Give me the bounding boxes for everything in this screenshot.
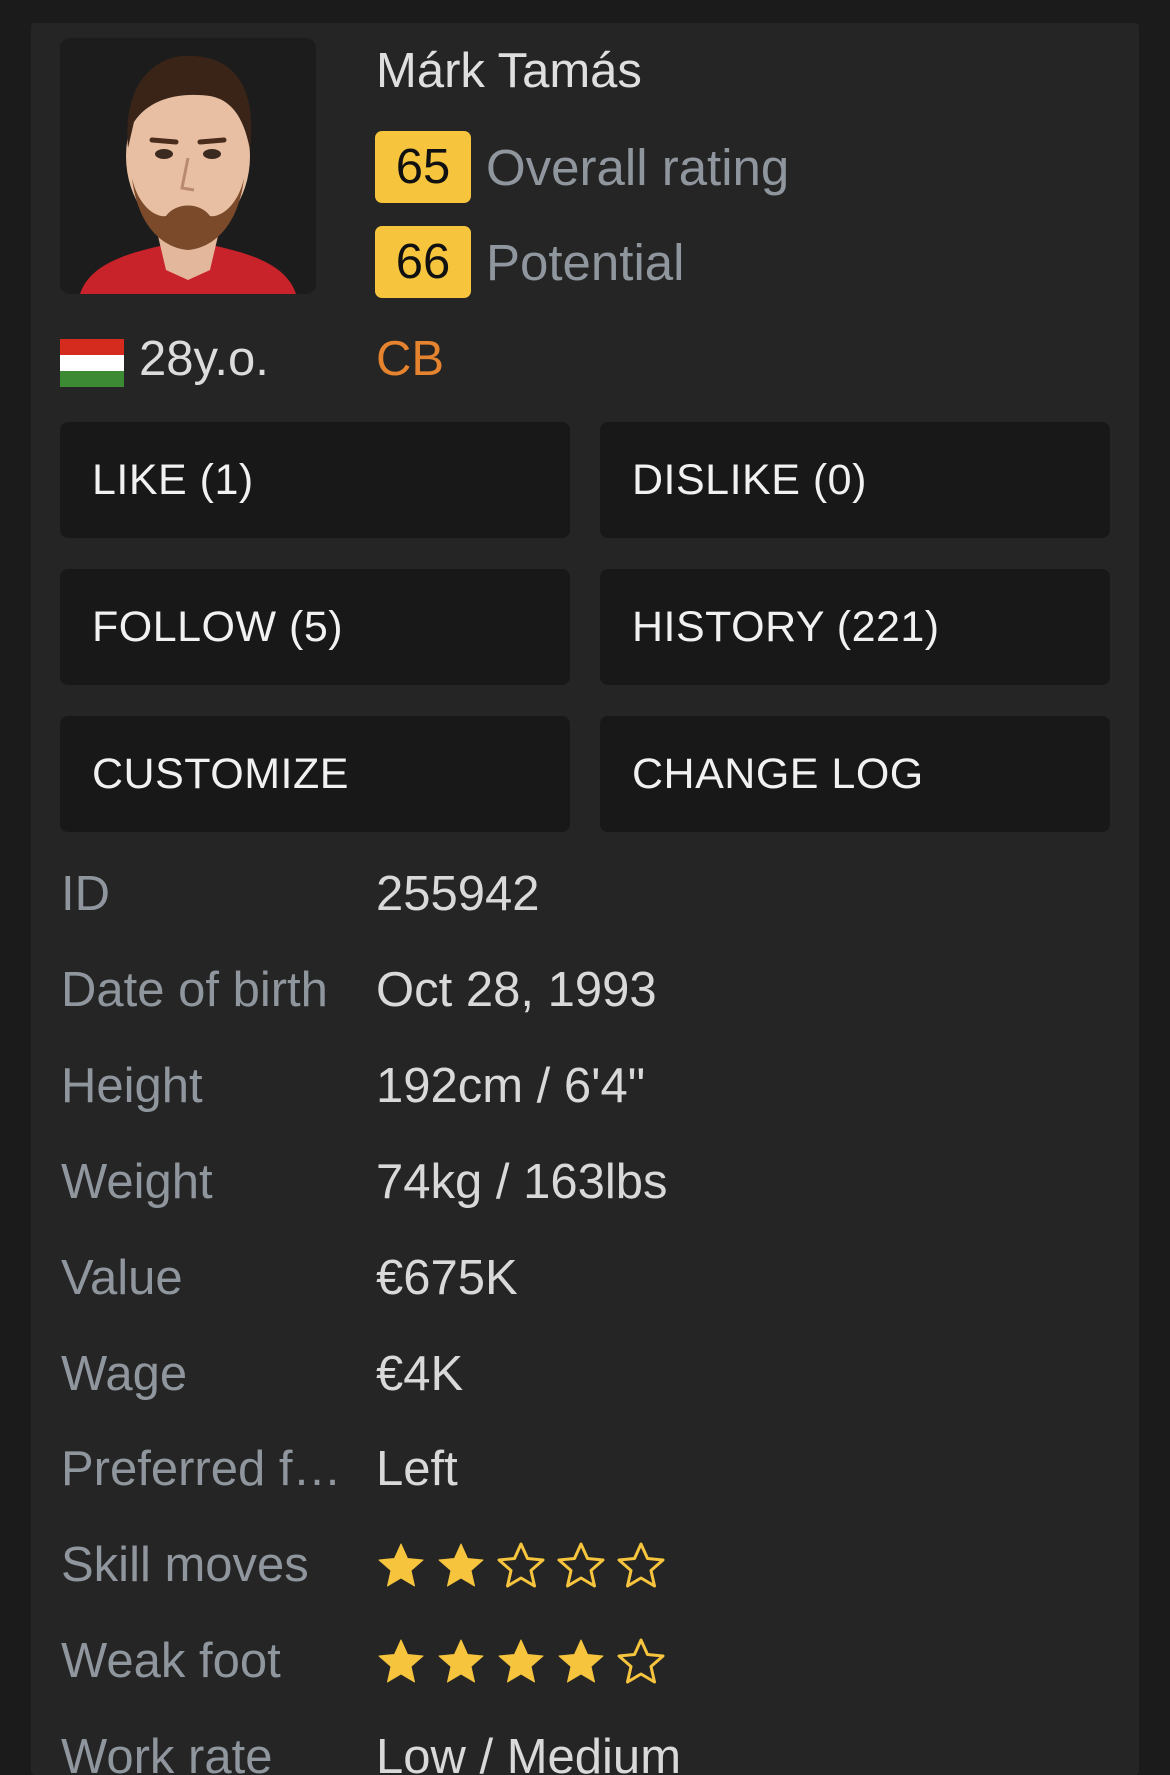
info-value: 255942 [376, 867, 540, 921]
history-button[interactable]: HISTORY (221) [600, 569, 1110, 685]
star-empty-icon [557, 1542, 605, 1588]
dislike-button[interactable]: DISLIKE (0) [600, 422, 1110, 538]
potential-rating: 66 Potential [375, 226, 684, 298]
player-card: Márk Tamás 65 Overall rating 66 Potentia… [31, 23, 1139, 1775]
customize-button[interactable]: CUSTOMIZE [60, 716, 570, 832]
info-value: €4K [376, 1347, 464, 1401]
info-label: ID [61, 867, 110, 921]
info-value: Low / Medium [376, 1730, 682, 1775]
follow-button[interactable]: FOLLOW (5) [60, 569, 570, 685]
info-value: Oct 28, 1993 [376, 963, 657, 1017]
info-label: Date of birth [61, 963, 328, 1017]
info-row-work-rate: Work rate Low / Medium [61, 1729, 1121, 1775]
info-label: Height [61, 1059, 203, 1113]
info-value: 74kg / 163lbs [376, 1155, 668, 1209]
info-value: €675K [376, 1251, 518, 1305]
player-photo [60, 38, 316, 294]
info-label: Wage [61, 1347, 188, 1401]
player-position[interactable]: CB [376, 331, 444, 387]
overall-rating-label: Overall rating [486, 138, 790, 196]
info-label: Work rate [61, 1730, 273, 1775]
skill-moves-stars [376, 1541, 666, 1591]
star-empty-icon [617, 1542, 665, 1588]
star-filled-icon [498, 1639, 544, 1683]
star-filled-icon [438, 1543, 484, 1587]
info-row-dob: Date of birth Oct 28, 1993 [61, 962, 1121, 1032]
info-value: 192cm / 6'4" [376, 1059, 646, 1113]
star-empty-icon [617, 1638, 665, 1684]
player-name: Márk Tamás [376, 44, 642, 98]
info-row-weight: Weight 74kg / 163lbs [61, 1154, 1121, 1224]
info-value: Left [376, 1442, 458, 1496]
change-log-button[interactable]: CHANGE LOG [600, 716, 1110, 832]
overall-rating: 65 Overall rating [375, 131, 789, 203]
info-row-skill-moves: Skill moves [61, 1537, 1121, 1607]
star-filled-icon [378, 1639, 424, 1683]
overall-rating-badge: 65 [375, 131, 471, 203]
player-age: 28y.o. [139, 332, 269, 386]
info-label: Preferred foot [61, 1442, 346, 1496]
info-row-wage: Wage €4K [61, 1346, 1121, 1416]
potential-rating-badge: 66 [375, 226, 471, 298]
potential-rating-label: Potential [486, 233, 685, 291]
star-filled-icon [558, 1639, 604, 1683]
info-row-weak-foot: Weak foot [61, 1633, 1121, 1703]
info-label: Weak foot [61, 1634, 281, 1688]
star-filled-icon [378, 1543, 424, 1587]
star-filled-icon [438, 1639, 484, 1683]
info-row-value: Value €675K [61, 1250, 1121, 1320]
like-button[interactable]: LIKE (1) [60, 422, 570, 538]
hungary-flag-icon [60, 339, 124, 387]
info-row-id: ID 255942 [61, 866, 1121, 936]
info-label: Skill moves [61, 1538, 309, 1592]
info-row-preferred-foot: Preferred foot Left [61, 1441, 1121, 1511]
star-empty-icon [497, 1542, 545, 1588]
info-label: Value [61, 1251, 183, 1305]
info-row-height: Height 192cm / 6'4" [61, 1058, 1121, 1128]
weak-foot-stars [376, 1637, 666, 1687]
info-label: Weight [61, 1155, 213, 1209]
